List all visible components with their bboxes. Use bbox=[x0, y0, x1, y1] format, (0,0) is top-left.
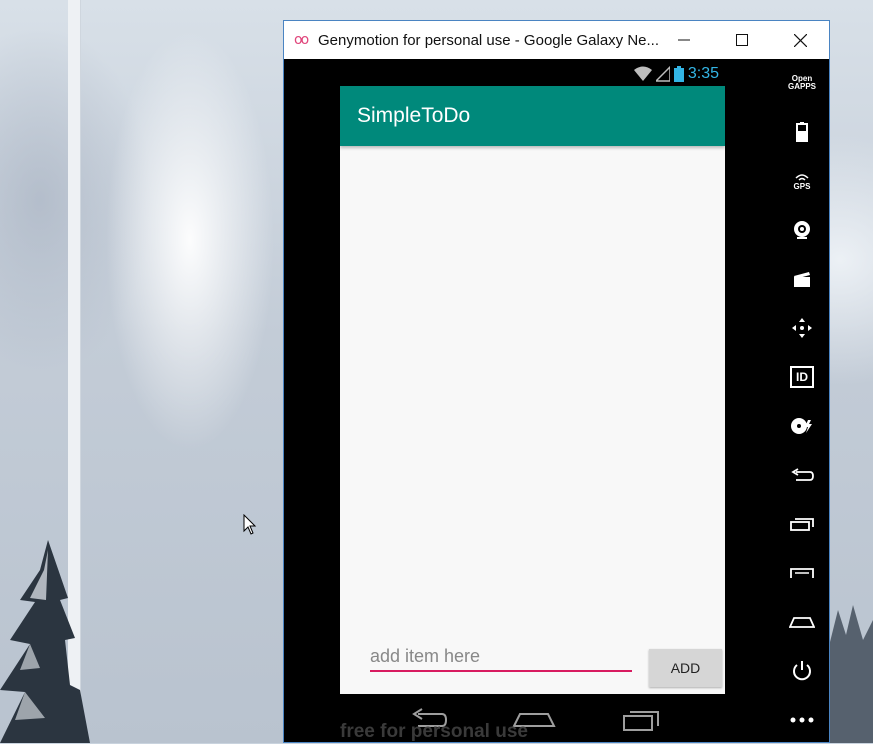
add-item-input[interactable] bbox=[370, 642, 632, 672]
battery-tool-icon bbox=[796, 122, 808, 142]
signal-icon bbox=[655, 65, 670, 82]
power-button[interactable] bbox=[774, 651, 830, 691]
more-icon bbox=[790, 717, 814, 723]
gps-button[interactable]: GPS bbox=[774, 161, 830, 201]
phone-screen: SimpleToDo ADD bbox=[340, 86, 725, 694]
window-title: Genymotion for personal use - Google Gal… bbox=[318, 31, 660, 49]
id-label: ID bbox=[796, 370, 808, 384]
camera-icon bbox=[794, 221, 810, 239]
pine-tree-image bbox=[0, 540, 90, 743]
mouse-cursor-icon bbox=[243, 514, 257, 535]
recents-tool-icon bbox=[790, 518, 814, 531]
wifi-icon bbox=[633, 66, 652, 81]
power-icon bbox=[793, 661, 811, 681]
menu-tool-icon bbox=[790, 568, 814, 578]
home-tool-icon bbox=[789, 617, 815, 628]
dpad-icon bbox=[792, 318, 812, 338]
more-button[interactable] bbox=[774, 700, 830, 740]
todo-list[interactable] bbox=[340, 146, 725, 634]
genymotion-logo-icon: oo bbox=[294, 32, 309, 48]
home-tool-button[interactable] bbox=[774, 602, 830, 642]
disk-io-button[interactable] bbox=[774, 406, 830, 446]
open-gapps-label-line2: GAPPS bbox=[787, 82, 816, 91]
app-toolbar: SimpleToDo bbox=[340, 86, 725, 146]
media-button[interactable] bbox=[774, 259, 830, 299]
open-gapps-button[interactable]: Open GAPPS bbox=[774, 63, 830, 103]
genymotion-toolbar: Open GAPPS GPS ID bbox=[774, 61, 830, 741]
open-gapps-icon: Open GAPPS bbox=[788, 75, 816, 91]
camera-button[interactable] bbox=[774, 210, 830, 250]
distant-trees-image bbox=[828, 605, 873, 743]
battery-tool-button[interactable] bbox=[774, 112, 830, 152]
emulator-window: oo Genymotion for personal use - Google … bbox=[283, 20, 830, 743]
minimize-icon bbox=[678, 39, 690, 41]
media-icon bbox=[794, 272, 810, 287]
maximize-button[interactable] bbox=[713, 21, 771, 59]
dpad-button[interactable] bbox=[774, 308, 830, 348]
app-title: SimpleToDo bbox=[357, 104, 471, 127]
android-status-bar: 3:35 bbox=[340, 61, 725, 86]
battery-icon bbox=[673, 65, 684, 82]
close-icon bbox=[793, 33, 807, 47]
back-tool-button[interactable] bbox=[774, 455, 830, 495]
maximize-icon bbox=[736, 34, 748, 46]
back-tool-icon bbox=[791, 468, 814, 481]
add-button[interactable]: ADD bbox=[649, 649, 722, 687]
window-titlebar[interactable]: oo Genymotion for personal use - Google … bbox=[284, 21, 829, 59]
close-button[interactable] bbox=[771, 21, 829, 59]
menu-tool-button[interactable] bbox=[774, 553, 830, 593]
device-id-button[interactable]: ID bbox=[774, 357, 830, 397]
recents-tool-button[interactable] bbox=[774, 504, 830, 544]
watermark-text: free for personal use bbox=[340, 721, 528, 742]
disk-icon bbox=[791, 418, 812, 434]
add-item-row: ADD bbox=[340, 634, 725, 694]
minimize-button[interactable] bbox=[655, 21, 713, 59]
gps-icon: GPS bbox=[793, 172, 811, 191]
id-icon: ID bbox=[790, 366, 814, 388]
status-time: 3:35 bbox=[687, 64, 719, 82]
gps-label: GPS bbox=[793, 181, 811, 191]
